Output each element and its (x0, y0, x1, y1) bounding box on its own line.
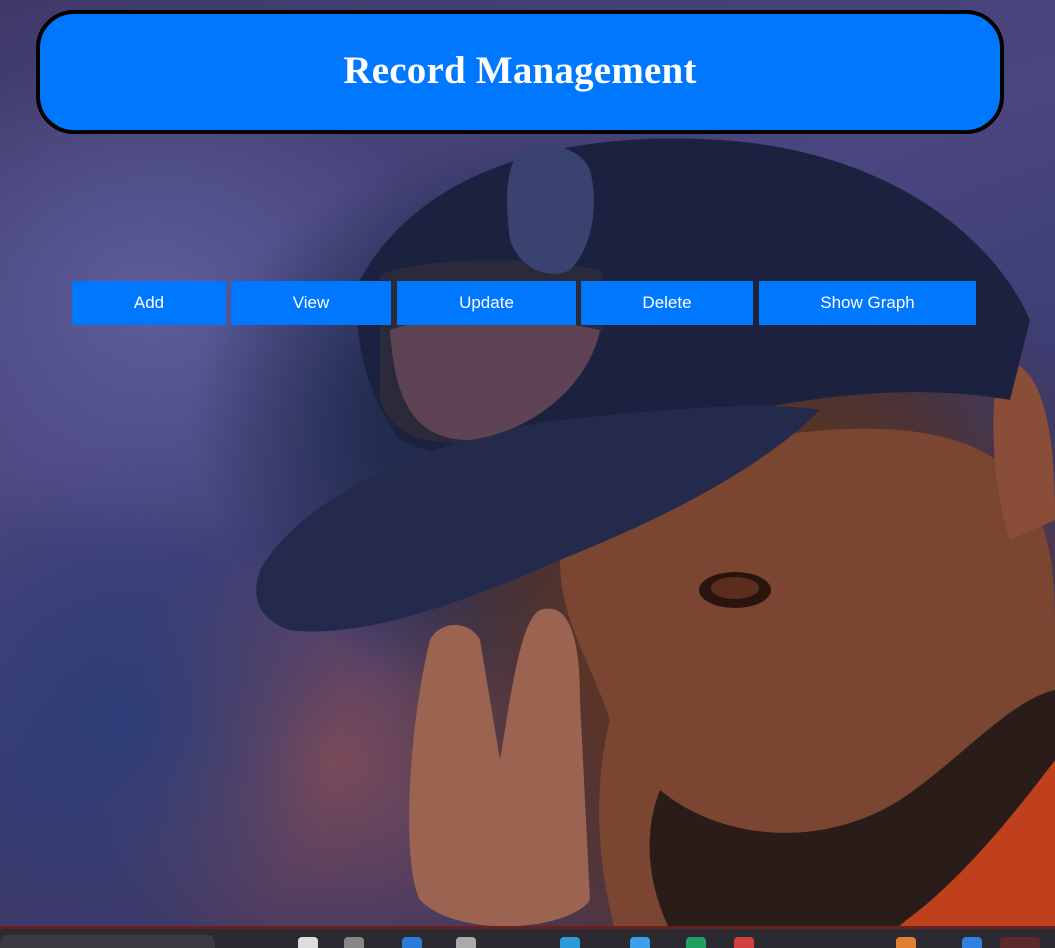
mail-icon[interactable] (686, 937, 706, 948)
delete-button[interactable]: Delete (581, 281, 753, 325)
add-button[interactable]: Add (72, 281, 226, 325)
show-graph-button[interactable]: Show Graph (759, 281, 976, 325)
taskbar-search-box[interactable] (0, 935, 215, 948)
active-window-icon[interactable] (1000, 937, 1040, 948)
background-photo (256, 138, 1055, 948)
notes-icon[interactable] (734, 937, 754, 948)
folder-icon[interactable] (896, 937, 916, 948)
file-explorer-icon[interactable] (298, 937, 318, 948)
browser-icon[interactable] (344, 937, 364, 948)
edge-icon[interactable] (630, 937, 650, 948)
app-icon[interactable] (456, 937, 476, 948)
chrome-icon[interactable] (560, 937, 580, 948)
taskbar (0, 926, 1055, 948)
header-banner: Record Management (36, 10, 1004, 134)
store-icon[interactable] (402, 937, 422, 948)
update-button[interactable]: Update (397, 281, 576, 325)
page-title: Record Management (343, 48, 697, 92)
system-tray-icon[interactable] (962, 937, 982, 948)
view-button[interactable]: View (231, 281, 391, 325)
